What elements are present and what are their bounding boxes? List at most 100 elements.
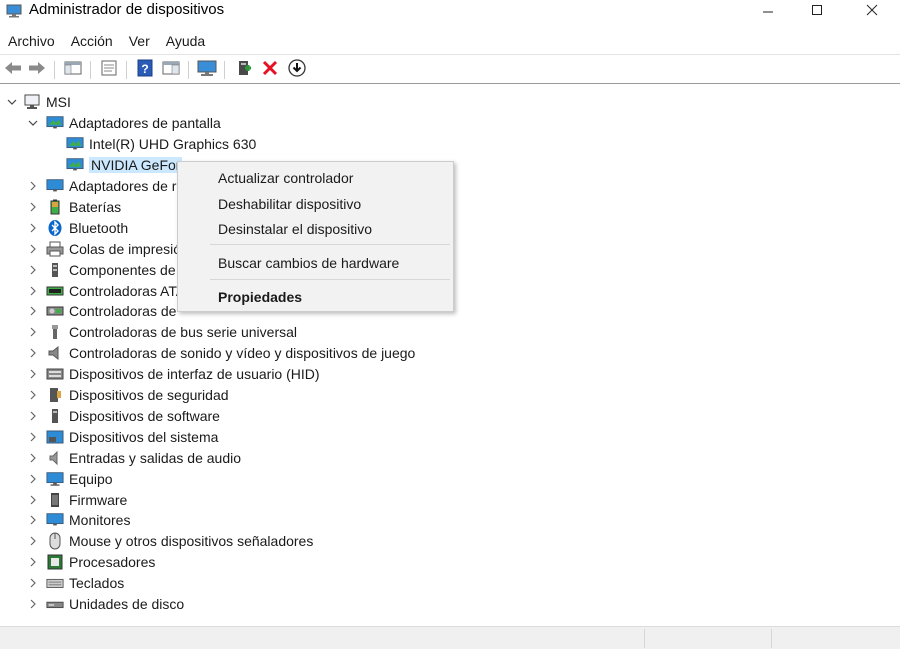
expand-chevron-icon[interactable]: [28, 599, 38, 609]
tree-category[interactable]: Dispositivos de software: [46, 405, 220, 426]
menu-separator: [210, 279, 450, 280]
tree-device-intel[interactable]: Intel(R) UHD Graphics 630: [66, 133, 256, 154]
ctx-desinstalar-dispositivo[interactable]: Desinstalar el dispositivo: [218, 221, 372, 237]
toolbar: ?: [0, 54, 900, 84]
category-label: Monitores: [69, 511, 131, 528]
minimize-icon: [762, 3, 774, 19]
expand-chevron-icon[interactable]: [28, 181, 38, 191]
usb-controller-icon: [46, 324, 64, 340]
expand-chevron-icon[interactable]: [28, 432, 38, 442]
tree-category[interactable]: Entradas y salidas de audio: [46, 447, 241, 468]
display-adapter-icon: [66, 136, 84, 152]
collapse-chevron-icon[interactable]: [28, 118, 38, 128]
expand-chevron-icon[interactable]: [28, 390, 38, 400]
collapse-chevron-icon[interactable]: [7, 97, 17, 107]
maximize-icon: [811, 3, 823, 19]
tree-category[interactable]: Controladoras de bus serie universal: [46, 321, 297, 342]
tree-category[interactable]: Unidades de disco: [46, 593, 184, 614]
expand-chevron-icon[interactable]: [28, 223, 38, 233]
expand-chevron-icon[interactable]: [28, 202, 38, 212]
ctx-propiedades[interactable]: Propiedades: [218, 289, 302, 305]
expand-chevron-icon[interactable]: [28, 244, 38, 254]
maximize-button[interactable]: [794, 0, 840, 22]
device-manager-icon: [6, 4, 22, 18]
tree-category[interactable]: Mouse y otros dispositivos señaladores: [46, 530, 313, 551]
expand-chevron-icon[interactable]: [28, 369, 38, 379]
tree-category[interactable]: Dispositivos del sistema: [46, 426, 218, 447]
software-device-icon: [46, 408, 64, 424]
tree-category[interactable]: Dispositivos de interfaz de usuario (HID…: [46, 363, 320, 384]
expand-chevron-icon[interactable]: [28, 578, 38, 588]
audio-input-output-icon: [46, 178, 64, 194]
toolbar-separator: [188, 61, 189, 79]
view-button[interactable]: [160, 59, 182, 79]
back-button[interactable]: [2, 59, 24, 79]
tree-device-nvidia[interactable]: NVIDIA GeFor: [66, 154, 183, 175]
tree-category[interactable]: Monitores: [46, 509, 130, 530]
display-adapter-icon: [66, 157, 84, 173]
properties-button[interactable]: [98, 59, 120, 79]
expand-chevron-icon[interactable]: [28, 474, 38, 484]
ctx-buscar-cambios-hardware[interactable]: Buscar cambios de hardware: [218, 255, 399, 271]
expand-chevron-icon[interactable]: [28, 515, 38, 525]
expand-chevron-icon[interactable]: [28, 536, 38, 546]
expand-chevron-icon[interactable]: [28, 557, 38, 567]
forward-button[interactable]: [26, 59, 48, 79]
menu-accion[interactable]: Acción: [63, 30, 121, 52]
back-arrow-icon: [3, 60, 23, 79]
menu-ayuda[interactable]: Ayuda: [158, 30, 213, 52]
expand-chevron-icon[interactable]: [28, 411, 38, 421]
expand-chevron-icon[interactable]: [28, 327, 38, 337]
tree-category[interactable]: Teclados: [46, 572, 124, 593]
tree-category[interactable]: Adaptadores de re: [46, 175, 184, 196]
tree-category[interactable]: Dispositivos de seguridad: [46, 384, 229, 405]
tree-category[interactable]: Equipo: [46, 468, 113, 489]
category-label: Dispositivos de interfaz de usuario (HID…: [69, 365, 320, 382]
menu-bar: Archivo Acción Ver Ayuda: [0, 30, 900, 52]
expand-chevron-icon[interactable]: [28, 495, 38, 505]
tree-root[interactable]: MSI: [23, 91, 71, 112]
category-label: Colas de impresió: [69, 240, 182, 257]
download-driver-button[interactable]: [286, 58, 308, 81]
ctx-actualizar-controlador[interactable]: Actualizar controlador: [218, 170, 353, 186]
security-device-icon: [46, 387, 64, 403]
system-device-icon: [46, 429, 64, 445]
firmware-icon: [46, 492, 64, 508]
download-driver-icon: [287, 58, 307, 81]
device-label: Intel(R) UHD Graphics 630: [89, 135, 257, 152]
category-label: Baterías: [69, 198, 122, 215]
tree-category[interactable]: Colas de impresió: [46, 238, 181, 259]
add-driver-button[interactable]: [233, 59, 255, 79]
tree-category[interactable]: Controladoras de sonido y vídeo y dispos…: [46, 342, 415, 363]
status-bar: [0, 626, 900, 649]
tree-category[interactable]: Componentes de: [46, 259, 176, 280]
tree-category[interactable]: Bluetooth: [46, 217, 128, 238]
tree-category-adaptadores-pantalla[interactable]: Adaptadores de pantalla: [46, 112, 221, 133]
tree-category[interactable]: Controladoras ATA: [46, 280, 185, 301]
scan-hardware-icon: [196, 59, 218, 80]
uninstall-button[interactable]: [259, 59, 281, 79]
tree-category[interactable]: Controladoras de: [46, 300, 176, 321]
close-button[interactable]: [849, 0, 895, 22]
category-label: Bluetooth: [69, 219, 129, 236]
expand-chevron-icon[interactable]: [28, 306, 38, 316]
bluetooth-icon: [46, 219, 64, 236]
tree-category[interactable]: Firmware: [46, 489, 127, 510]
expand-chevron-icon[interactable]: [28, 286, 38, 296]
menu-ver[interactable]: Ver: [121, 30, 158, 52]
menu-archivo[interactable]: Archivo: [0, 30, 63, 52]
minimize-button[interactable]: [745, 0, 791, 22]
scan-hardware-button[interactable]: [196, 59, 218, 79]
battery-icon: [46, 199, 64, 215]
ctx-deshabilitar-dispositivo[interactable]: Deshabilitar dispositivo: [218, 196, 361, 212]
expand-chevron-icon[interactable]: [28, 348, 38, 358]
software-component-icon: [46, 262, 64, 278]
tree-category[interactable]: Procesadores: [46, 551, 155, 572]
help-button[interactable]: ?: [134, 59, 156, 79]
category-label: Dispositivos de seguridad: [69, 386, 229, 403]
expand-chevron-icon[interactable]: [28, 453, 38, 463]
console-tree-button[interactable]: [62, 59, 84, 79]
title-bar: Administrador de dispositivos: [0, 0, 900, 30]
tree-category[interactable]: Baterías: [46, 196, 121, 217]
expand-chevron-icon[interactable]: [28, 265, 38, 275]
